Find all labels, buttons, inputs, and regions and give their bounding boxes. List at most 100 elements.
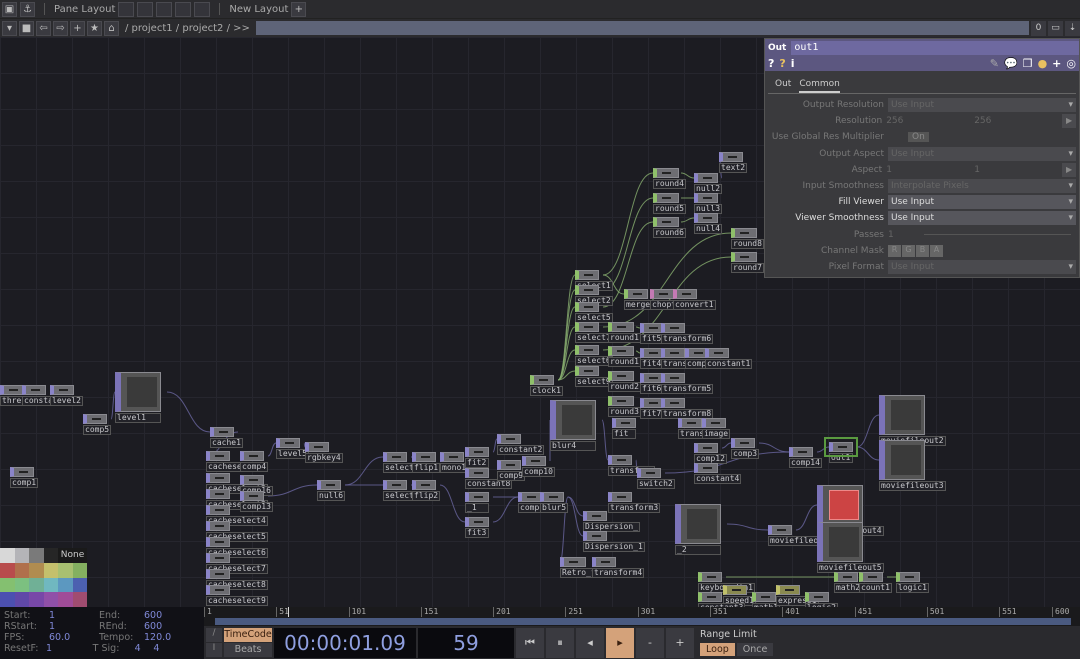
node-null2[interactable]: null2	[694, 173, 723, 194]
palette-swatch[interactable]	[29, 577, 44, 593]
node-fit2[interactable]: fit2	[465, 447, 489, 468]
step-plus-button[interactable]: +	[666, 627, 694, 658]
channel-r-toggle[interactable]: R	[888, 244, 901, 257]
node-body[interactable]	[608, 396, 634, 406]
node-body[interactable]	[661, 323, 685, 333]
loop-button[interactable]: Loop	[700, 643, 735, 656]
node-body[interactable]	[673, 289, 697, 299]
node-body[interactable]	[608, 346, 634, 356]
forward-arrow-icon[interactable]: ⇨	[53, 20, 68, 36]
node-body[interactable]	[575, 270, 599, 280]
node-body[interactable]	[206, 569, 230, 579]
node-body[interactable]	[206, 553, 230, 563]
node-comp3[interactable]: comp3	[731, 438, 760, 459]
once-button[interactable]: Once	[736, 643, 774, 656]
node-body[interactable]	[497, 460, 521, 470]
node-round1[interactable]: round1	[608, 322, 641, 343]
comment-icon[interactable]: 💬	[1004, 57, 1018, 70]
node-body[interactable]	[550, 400, 596, 440]
channel-a-toggle[interactable]: A	[930, 244, 943, 257]
node-transform5[interactable]: transform5	[661, 373, 714, 394]
node-body[interactable]	[731, 438, 755, 448]
node-round5[interactable]: round5	[653, 193, 686, 214]
palette-swatch[interactable]	[43, 562, 58, 578]
play-button[interactable]: ▸	[606, 627, 634, 658]
node-body[interactable]	[206, 473, 230, 483]
add-icon[interactable]: +	[70, 20, 85, 36]
playhead[interactable]	[287, 607, 289, 617]
anchor-icon[interactable]: ⚓	[20, 1, 35, 17]
node-constant2[interactable]: constant2	[497, 434, 545, 455]
info-icon[interactable]: i	[791, 57, 795, 70]
node-body[interactable]	[240, 451, 264, 461]
node-convert1[interactable]: convert1	[673, 289, 716, 310]
node-body[interactable]	[694, 173, 718, 183]
node-round3[interactable]: round3	[608, 396, 641, 417]
param-value-2[interactable]: 256	[974, 116, 1062, 126]
palette-swatch[interactable]	[14, 592, 29, 607]
menu-down-icon[interactable]: ▾	[2, 20, 17, 36]
palette-swatch[interactable]	[43, 592, 58, 607]
node-cacheselect9[interactable]: cacheselect9	[206, 585, 268, 606]
node-transform6[interactable]: transform6	[661, 323, 714, 344]
node-round4[interactable]: round4	[653, 168, 686, 189]
timeline-range-bar[interactable]	[204, 617, 1080, 626]
node-body[interactable]	[305, 442, 329, 452]
beats-mode-button[interactable]: Beats	[224, 643, 272, 657]
resetf-value[interactable]: 1	[46, 643, 93, 654]
node-body[interactable]	[592, 557, 616, 567]
node-body[interactable]	[583, 511, 607, 521]
node-body[interactable]	[817, 485, 863, 525]
node-image[interactable]: image	[702, 418, 731, 439]
tsig-denominator[interactable]: 4	[153, 643, 200, 654]
layout-vsplit-button[interactable]	[137, 1, 154, 17]
param-menu[interactable]: Use Input ▾	[888, 259, 1076, 274]
node-mono1[interactable]: mono1	[440, 452, 469, 473]
node-out1[interactable]: out1	[824, 437, 858, 463]
node-body[interactable]	[650, 289, 674, 299]
palette-swatch[interactable]	[29, 548, 44, 563]
network-path[interactable]: / project1 / project2 / >>	[125, 23, 250, 34]
node-body[interactable]	[210, 427, 234, 437]
param-menu[interactable]: Interpolate Pixels ▾	[888, 179, 1076, 194]
add-layout-button[interactable]: +	[291, 1, 307, 17]
node-body[interactable]	[694, 463, 718, 473]
node-body[interactable]	[776, 585, 800, 595]
slash-button[interactable]: /	[206, 628, 222, 642]
node-body[interactable]	[575, 302, 599, 312]
step-minus-button[interactable]: -	[636, 627, 664, 658]
star-icon[interactable]: ★	[87, 20, 102, 36]
palette-swatch[interactable]	[58, 562, 73, 578]
node-blur4[interactable]: blur4	[550, 400, 596, 451]
node-body[interactable]	[50, 385, 74, 395]
palette-swatch[interactable]	[72, 577, 87, 593]
node-body[interactable]	[240, 491, 264, 501]
edit-icon[interactable]: ✎	[990, 57, 999, 70]
node-body[interactable]	[612, 418, 636, 428]
node-body[interactable]	[206, 451, 230, 461]
palette-swatch[interactable]	[14, 562, 29, 578]
node-round7[interactable]: round7	[731, 252, 764, 273]
node--2[interactable]: _2	[675, 504, 721, 555]
node-comp5[interactable]: comp5	[83, 414, 112, 435]
param-value-1[interactable]: 1	[886, 165, 974, 175]
node-logic1[interactable]: logic1	[896, 572, 929, 593]
timeline-ruler[interactable]: 1 51 101 151 201 251 301 351 401 451 501 551 600	[204, 607, 1080, 617]
node-body[interactable]	[698, 592, 722, 602]
node-switch2[interactable]: switch2	[637, 468, 675, 489]
node-body[interactable]	[637, 468, 661, 478]
layout-triple-button[interactable]	[175, 1, 192, 17]
node-body[interactable]	[824, 437, 858, 457]
range-fill[interactable]	[215, 618, 1071, 625]
node-null3[interactable]: null3	[694, 193, 723, 214]
node-rgbkey4[interactable]: rgbkey4	[305, 442, 343, 463]
node-body[interactable]	[575, 366, 599, 376]
palette-swatch[interactable]	[58, 577, 73, 593]
node-null4[interactable]: null4	[694, 213, 723, 234]
node-count1[interactable]: count1	[859, 572, 892, 593]
node-body[interactable]	[575, 345, 599, 355]
node-comp12[interactable]: comp12	[694, 443, 727, 464]
palette-swatch[interactable]	[0, 548, 15, 563]
node-level2[interactable]: level2	[50, 385, 83, 406]
param-toggle[interactable]: On	[908, 132, 929, 143]
